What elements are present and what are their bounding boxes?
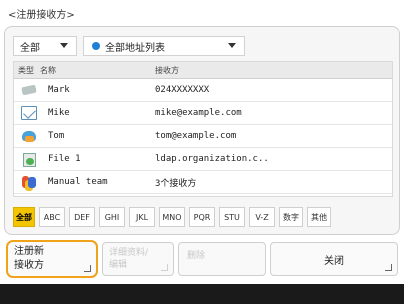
alpha-button-ghi[interactable]: GHI: [99, 207, 125, 227]
row-name: Tom: [48, 131, 65, 141]
email-icon: [21, 106, 37, 120]
chevron-down-icon: [60, 43, 68, 48]
table-row[interactable]: File 1 ldap.organization.c..: [14, 148, 392, 171]
row-destination: tom@example.com: [155, 131, 237, 141]
alpha-button-pqr[interactable]: PQR: [189, 207, 215, 227]
scope-dropdown-label: 全部: [20, 42, 40, 54]
alpha-button-numbers[interactable]: 数字: [279, 207, 303, 227]
register-new-destination-button[interactable]: 注册新 接收方: [6, 240, 98, 278]
alpha-button-all[interactable]: 全部: [13, 207, 35, 227]
table-row[interactable]: Mark 024XXXXXXX: [14, 79, 392, 102]
fax-icon: [21, 83, 37, 97]
delete-button[interactable]: 删除: [178, 242, 266, 276]
details-edit-button[interactable]: 详细资料/ 编辑: [102, 242, 174, 276]
header-destination: 接收方: [155, 65, 179, 75]
alpha-button-jkl[interactable]: JKL: [129, 207, 155, 227]
alpha-button-abc[interactable]: ABC: [39, 207, 65, 227]
row-name: Manual team: [48, 177, 108, 187]
table-row[interactable]: Manual team 3个接收方: [14, 171, 392, 194]
alpha-button-mno[interactable]: MNO: [159, 207, 185, 227]
delete-label: 删除: [187, 251, 206, 261]
ldap-file-icon: [21, 152, 37, 167]
edit-label-line2: 编辑: [109, 260, 128, 270]
alpha-button-other[interactable]: 其他: [307, 207, 331, 227]
address-list-dropdown[interactable]: 全部地址列表: [83, 36, 245, 56]
address-list-dot-icon: [92, 42, 100, 50]
row-destination: mike@example.com: [155, 108, 242, 118]
corner-arrow-icon: [161, 264, 168, 271]
table-row[interactable]: Tom tom@example.com: [14, 125, 392, 148]
address-book-panel: 全部 全部地址列表 类型 名称 接收方 Mark 024XXXXXXX Mike…: [4, 26, 400, 235]
alpha-button-def[interactable]: DEF: [69, 207, 95, 227]
corner-arrow-icon: [385, 264, 392, 271]
alpha-button-vz[interactable]: V-Z: [249, 207, 275, 227]
edit-label-line1: 详细资料/: [109, 248, 149, 258]
header-name: 名称: [40, 65, 56, 75]
row-name: Mike: [48, 108, 70, 118]
table-header: 类型 名称 接收方: [14, 62, 392, 79]
alpha-button-stu[interactable]: STU: [219, 207, 245, 227]
register-label-line2: 接收方: [14, 260, 44, 271]
row-destination: ldap.organization.c..: [155, 154, 269, 164]
row-destination: 3个接收方: [155, 178, 197, 189]
row-name: Mark: [48, 85, 70, 95]
scope-dropdown[interactable]: 全部: [13, 36, 77, 56]
table-row[interactable]: Mike mike@example.com: [14, 102, 392, 125]
corner-arrow-icon: [84, 265, 91, 272]
screen-title: <注册接收方>: [8, 10, 75, 21]
row-name: File 1: [48, 154, 81, 164]
status-bar: [0, 284, 404, 304]
destination-table: 类型 名称 接收方 Mark 024XXXXXXX Mike mike@exam…: [13, 61, 393, 197]
shared-folder-icon: [21, 129, 37, 143]
close-label: 关闭: [324, 255, 344, 267]
chevron-down-icon: [228, 43, 236, 48]
alphabet-filter-bar: 全部 ABC DEF GHI JKL MNO PQR STU V-Z 数字 其他: [13, 207, 331, 227]
close-button[interactable]: 关闭: [270, 242, 398, 276]
header-type: 类型: [18, 65, 34, 75]
row-destination: 024XXXXXXX: [155, 85, 210, 95]
group-icon: [21, 175, 37, 189]
register-label-line1: 注册新: [14, 246, 44, 257]
address-list-dropdown-label: 全部地址列表: [105, 42, 165, 54]
